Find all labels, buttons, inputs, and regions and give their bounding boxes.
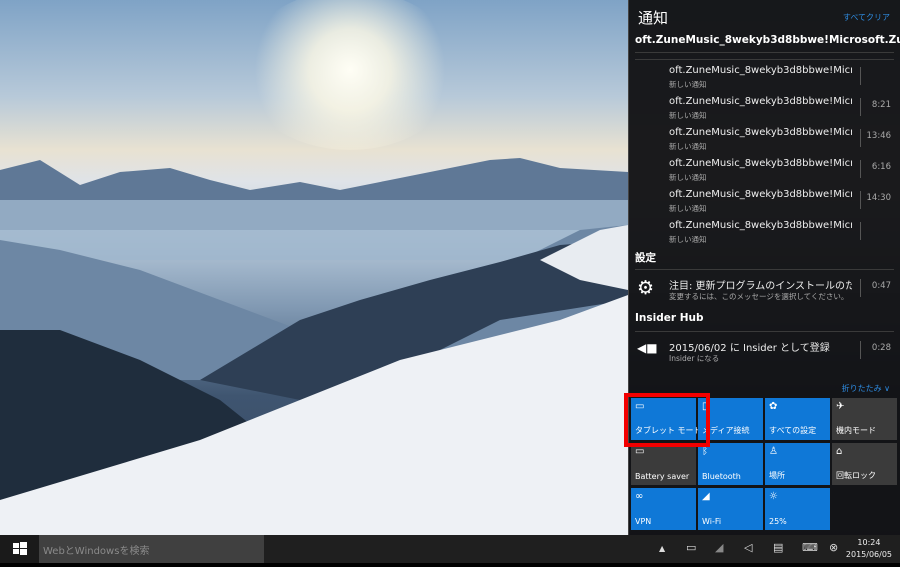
- notification-item[interactable]: ⚙ 注目: 更新プログラムのインストールのために、C 変更するには、このメッセー…: [629, 273, 900, 304]
- highlight-box: [624, 393, 710, 447]
- windows-logo-icon: [13, 542, 27, 555]
- quick-action-tile[interactable]: ◢ Wi-Fi: [698, 488, 763, 530]
- quick-action-tile[interactable]: ∞ VPN: [631, 488, 696, 530]
- megaphone-icon: ◀■: [637, 341, 658, 355]
- divider: [635, 59, 894, 60]
- rotation-lock-icon: ⌂: [836, 446, 843, 457]
- bluetooth-icon: ᛒ: [702, 446, 708, 457]
- notification-subtitle: 新しい通知: [669, 111, 707, 120]
- notification-title: oft.ZuneMusic_8wekyb3d8bbwe!Microsoft: [669, 96, 852, 107]
- notification-time: 0:47: [871, 281, 891, 291]
- group-header-zune[interactable]: oft.ZuneMusic_8wekyb3d8bbwe!Microsoft.Zu…: [635, 34, 900, 46]
- tile-label: Battery saver: [635, 472, 690, 481]
- notification-subtitle: 新しい通知: [669, 142, 707, 151]
- quick-action-tile[interactable]: ▭ Battery saver: [631, 443, 696, 485]
- tile-label: すべての設定: [769, 426, 817, 435]
- notification-title: oft.ZuneMusic_8wekyb3d8bbwe!Microsoft: [669, 65, 852, 76]
- battery-icon: ▭: [635, 446, 645, 457]
- notification-title: 2015/06/02 に Insider として登録: [669, 343, 830, 354]
- airplane-icon: ✈: [836, 401, 845, 412]
- show-hidden-icons[interactable]: ▲: [659, 544, 665, 553]
- notification-subtitle: 新しい通知: [669, 235, 707, 244]
- notification-time: 8:21: [871, 100, 891, 110]
- clock[interactable]: 10:24 2015/06/05: [846, 537, 892, 561]
- notification-time: 13:46: [866, 131, 892, 141]
- divider: [860, 98, 861, 116]
- notification-subtitle: 変更するには、このメッセージを選択してください。: [669, 292, 849, 301]
- divider: [860, 129, 861, 147]
- divider: [635, 269, 894, 270]
- clock-date: 2015/06/05: [845, 550, 892, 559]
- keyboard-icon[interactable]: ⌨: [802, 541, 818, 554]
- notification-item[interactable]: ◀■ 2015/06/02 に Insider として登録 Insider にな…: [629, 335, 900, 366]
- notification-subtitle: 新しい通知: [669, 204, 707, 213]
- divider: [635, 52, 894, 53]
- tile-label: 場所: [769, 471, 785, 480]
- volume-icon[interactable]: ◁: [744, 541, 752, 554]
- divider: [635, 331, 894, 332]
- divider: [860, 160, 861, 178]
- notification-title: oft.ZuneMusic_8wekyb3d8bbwe!Microsoft: [669, 189, 852, 200]
- tile-label: 機内モード: [836, 426, 876, 435]
- quick-action-tile[interactable]: ✿ すべての設定: [765, 398, 830, 440]
- notification-title: oft.ZuneMusic_8wekyb3d8bbwe!Microsoft: [669, 158, 852, 169]
- notification-title: 注目: 更新プログラムのインストールのために、C: [669, 281, 852, 292]
- notification-item[interactable]: oft.ZuneMusic_8wekyb3d8bbwe!Microsoft 新しい…: [629, 216, 900, 247]
- clear-all-link[interactable]: すべてクリア: [843, 12, 890, 23]
- quick-action-tile[interactable]: ♙ 場所: [765, 443, 830, 485]
- tile-label: 25%: [769, 517, 787, 526]
- tile-label: Bluetooth: [702, 472, 741, 481]
- action-center-icon[interactable]: ▤: [773, 541, 783, 554]
- notification-title: oft.ZuneMusic_8wekyb3d8bbwe!Microsoft: [669, 220, 852, 231]
- group-header-insider-hub[interactable]: Insider Hub: [635, 312, 703, 324]
- divider: [860, 67, 861, 85]
- quick-action-tile[interactable]: ⌂ 回転ロック: [832, 443, 897, 485]
- notification-time: 0:28: [871, 343, 891, 353]
- search-input[interactable]: WebとWindowsを検索: [39, 535, 264, 563]
- start-button[interactable]: [0, 535, 39, 563]
- location-icon: ♙: [769, 446, 778, 457]
- notification-time: 6:16: [871, 162, 891, 172]
- quick-action-tile[interactable]: ✈ 機内モード: [832, 398, 897, 440]
- gear-icon: ✿: [769, 401, 778, 412]
- wifi-icon[interactable]: ◢: [715, 541, 723, 554]
- notification-item[interactable]: oft.ZuneMusic_8wekyb3d8bbwe!Microsoft 新しい…: [629, 123, 900, 154]
- notification-subtitle: 新しい通知: [669, 173, 707, 182]
- divider: [860, 222, 861, 240]
- quick-action-tile[interactable]: ☼ 25%: [765, 488, 830, 530]
- brightness-icon: ☼: [769, 491, 778, 502]
- divider: [860, 279, 861, 297]
- tile-label: 回転ロック: [836, 471, 876, 480]
- tile-label: VPN: [635, 517, 652, 526]
- notification-item[interactable]: oft.ZuneMusic_8wekyb3d8bbwe!Microsoft 新しい…: [629, 185, 900, 216]
- divider: [860, 191, 861, 209]
- close-circle-icon[interactable]: ⊗: [829, 541, 838, 554]
- wifi-icon: ◢: [702, 491, 710, 502]
- battery-icon[interactable]: ▭: [686, 541, 696, 554]
- notification-title: oft.ZuneMusic_8wekyb3d8bbwe!Microsoft: [669, 127, 852, 138]
- notification-item[interactable]: oft.ZuneMusic_8wekyb3d8bbwe!Microsoft 新しい…: [629, 92, 900, 123]
- notification-item[interactable]: oft.ZuneMusic_8wekyb3d8bbwe!Microsoft 新しい…: [629, 154, 900, 185]
- gear-icon: ⚙: [637, 277, 655, 299]
- collapse-button[interactable]: 折りたたみ ∨: [842, 383, 890, 394]
- notification-subtitle: Insider になる: [669, 354, 720, 363]
- notification-time: 14:30: [866, 193, 892, 203]
- taskbar: WebとWindowsを検索 ▲ ▭ ◢ ◁ ▤ ⌨ ⊗ 10:24 2015/0…: [0, 535, 900, 563]
- vpn-icon: ∞: [635, 491, 644, 502]
- clock-time: 10:24: [857, 538, 881, 547]
- group-header-settings[interactable]: 設定: [635, 250, 656, 265]
- notification-item[interactable]: oft.ZuneMusic_8wekyb3d8bbwe!Microsoft 新しい…: [629, 61, 900, 92]
- divider: [860, 341, 861, 359]
- panel-title: 通知: [638, 9, 669, 27]
- quick-action-tile[interactable]: ᛒ Bluetooth: [698, 443, 763, 485]
- tile-label: Wi-Fi: [702, 517, 722, 526]
- notification-subtitle: 新しい通知: [669, 80, 707, 89]
